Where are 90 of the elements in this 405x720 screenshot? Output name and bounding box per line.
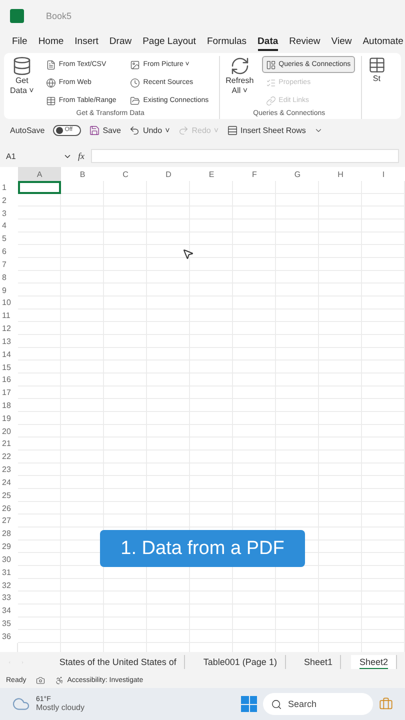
- save-icon: [88, 124, 100, 136]
- row-header[interactable]: 7: [0, 258, 18, 271]
- window-title: Book5: [46, 11, 72, 21]
- command-icon: [46, 60, 56, 70]
- command-icon: [130, 60, 140, 70]
- row-header[interactable]: 25: [0, 488, 18, 502]
- app-logo-icon: [10, 9, 24, 23]
- function-label[interactable]: fx: [78, 151, 84, 161]
- row-header[interactable]: 29: [0, 540, 18, 554]
- row-header[interactable]: 5: [0, 232, 18, 246]
- command-icon: [266, 60, 276, 70]
- insert-icon: [226, 124, 238, 136]
- sheet-tab[interactable]: Sheet2: [351, 655, 398, 669]
- start-icon[interactable]: [241, 696, 257, 712]
- row-header[interactable]: 22: [0, 450, 18, 464]
- ribbon-tab[interactable]: Page Layout: [142, 34, 196, 51]
- row-header[interactable]: 10: [0, 296, 18, 310]
- redo-icon: [178, 124, 189, 136]
- weather-icon: [12, 695, 30, 713]
- row-header[interactable]: 9: [0, 284, 18, 296]
- refresh-icon: [230, 56, 250, 76]
- briefcase-icon: [379, 697, 393, 711]
- search-icon: [271, 698, 282, 710]
- ribbon-tab[interactable]: Review: [289, 34, 320, 51]
- row-header[interactable]: 26: [0, 502, 18, 515]
- selected-cell[interactable]: [18, 181, 61, 194]
- command-icon: [130, 78, 140, 88]
- row-header[interactable]: 30: [0, 553, 18, 566]
- ribbon-button[interactable]: St: [366, 56, 388, 119]
- row-header[interactable]: 19: [0, 412, 18, 425]
- command-icon: [46, 78, 56, 88]
- ribbon-tab[interactable]: Insert: [74, 34, 98, 51]
- name-box[interactable]: A1: [6, 152, 72, 160]
- ribbon-tab[interactable]: File: [12, 34, 28, 51]
- ribbon-tab[interactable]: Formulas: [206, 34, 247, 51]
- database-icon: [12, 56, 32, 76]
- row-header[interactable]: 16: [0, 373, 18, 386]
- ribbon-tab[interactable]: Data: [258, 34, 278, 51]
- search-field[interactable]: Search: [263, 693, 373, 715]
- row-header[interactable]: 35: [0, 617, 18, 630]
- autosave-label: AutoSave: [10, 126, 45, 134]
- row-header[interactable]: 28: [0, 527, 18, 540]
- get-data-button[interactable]: Get Data ˅: [8, 56, 36, 110]
- row-header[interactable]: 36: [0, 630, 18, 643]
- sheet-tab[interactable]: Table001 (Page 1): [195, 655, 286, 669]
- ribbon-tab[interactable]: View: [331, 34, 352, 51]
- toolbar-button[interactable]: Insert Sheet Rows: [226, 124, 306, 136]
- row-header[interactable]: 20: [0, 424, 18, 438]
- column-header[interactable]: A: [18, 167, 61, 181]
- row-header[interactable]: 21: [0, 438, 18, 450]
- row-header[interactable]: 13: [0, 334, 18, 348]
- row-header[interactable]: 23: [0, 463, 18, 476]
- row-header[interactable]: 8: [0, 270, 18, 284]
- row-header[interactable]: 18: [0, 399, 18, 412]
- row-header[interactable]: 2: [0, 194, 18, 207]
- row-header[interactable]: 14: [0, 348, 18, 361]
- row-header[interactable]: 32: [0, 578, 18, 592]
- row-header[interactable]: 24: [0, 476, 18, 489]
- row-header[interactable]: 6: [0, 245, 18, 258]
- ribbon-tab[interactable]: Automate: [362, 34, 404, 51]
- accessibility-icon: [55, 676, 64, 684]
- command-icon: [266, 96, 276, 106]
- row-header[interactable]: 17: [0, 386, 18, 400]
- sheet-tab[interactable]: States of the United States of: [51, 655, 186, 669]
- formula-field[interactable]: [90, 149, 399, 163]
- undo-icon: [128, 124, 140, 136]
- row-header[interactable]: 1: [0, 181, 18, 194]
- row-header[interactable]: 12: [0, 322, 18, 335]
- row-header[interactable]: 34: [0, 604, 18, 618]
- weather-text: Mostly cloudy: [36, 703, 84, 712]
- row-header[interactable]: 31: [0, 566, 18, 579]
- table-icon: [368, 56, 386, 74]
- row-header[interactable]: 4: [0, 219, 18, 232]
- row-header[interactable]: 3: [0, 206, 18, 220]
- ribbon-tab[interactable]: Draw: [109, 34, 132, 51]
- command-icon: [130, 96, 140, 106]
- refresh-all-button[interactable]: Refresh All ˅: [224, 56, 256, 110]
- toolbar-button[interactable]: Undo ˅: [128, 124, 170, 136]
- command-icon: [266, 78, 276, 88]
- ribbon-tab[interactable]: Home: [38, 34, 64, 51]
- command-icon: [46, 96, 56, 106]
- caption-banner: 1. Data from a PDF: [100, 530, 305, 567]
- sheet-tab[interactable]: Sheet1: [296, 655, 342, 669]
- camera-icon: [36, 676, 46, 684]
- row-header[interactable]: 33: [0, 592, 18, 604]
- row-header[interactable]: 15: [0, 360, 18, 374]
- row-header[interactable]: 11: [0, 309, 18, 322]
- mouse-pointer-icon: [182, 248, 194, 260]
- toolbar-button[interactable]: Save: [88, 124, 121, 136]
- row-header[interactable]: 27: [0, 514, 18, 528]
